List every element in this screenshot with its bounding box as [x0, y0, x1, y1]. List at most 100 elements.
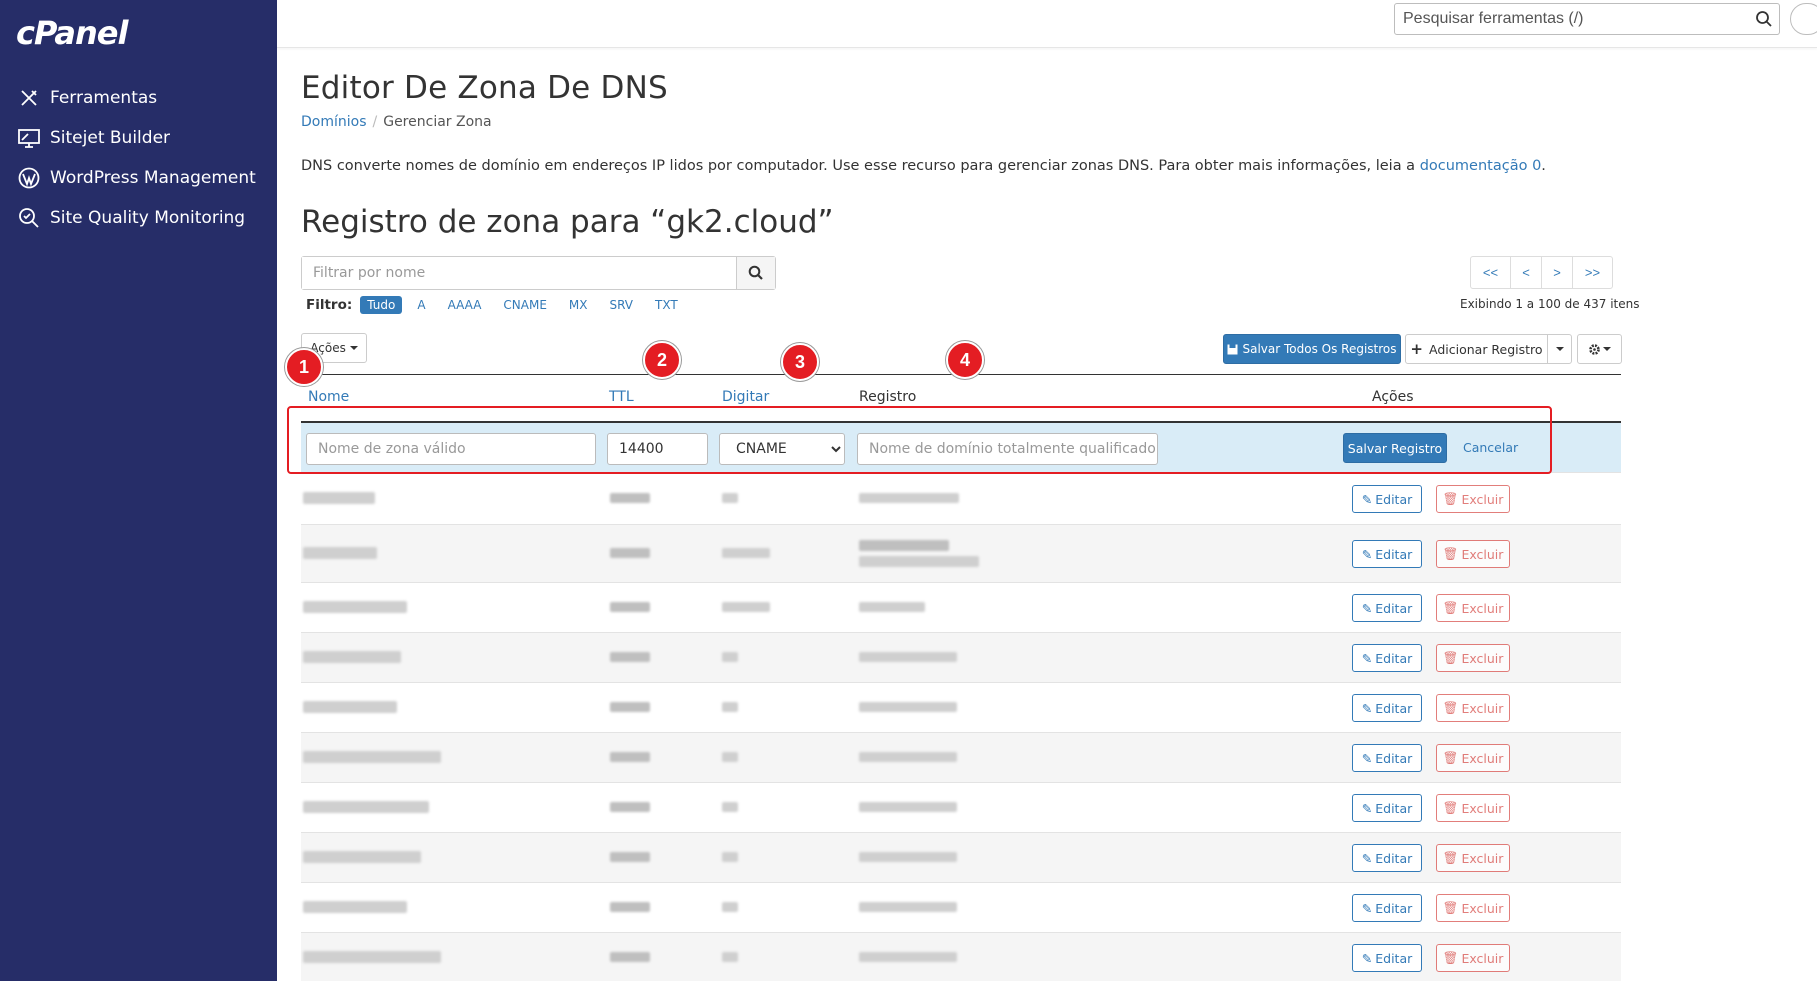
- edit-record-button[interactable]: ✎ Editar: [1352, 844, 1422, 872]
- chevron-down-icon: [1555, 347, 1564, 351]
- edit-record-button[interactable]: ✎ Editar: [1352, 540, 1422, 568]
- pencil-icon: ✎: [1361, 750, 1373, 766]
- record-type-redacted: [722, 852, 738, 862]
- delete-record-button[interactable]: 🗑 Excluir: [1436, 540, 1510, 568]
- filter-srv[interactable]: SRV: [602, 296, 640, 314]
- edit-record-button[interactable]: ✎ Editar: [1352, 644, 1422, 672]
- record-type-redacted: [722, 802, 738, 812]
- trash-icon: 🗑: [1442, 900, 1459, 915]
- delete-record-button[interactable]: 🗑 Excluir: [1436, 944, 1510, 972]
- breadcrumb-dominios-link[interactable]: Domínios: [301, 114, 367, 130]
- search-icon: [748, 265, 763, 280]
- delete-record-button[interactable]: 🗑 Excluir: [1436, 844, 1510, 872]
- trash-icon: 🗑: [1442, 491, 1459, 506]
- column-header-tipo[interactable]: Digitar: [722, 389, 769, 405]
- add-record-button[interactable]: + Adicionar Registro: [1405, 334, 1548, 364]
- pencil-icon: ✎: [1361, 800, 1373, 816]
- table-row: ✎ Editar 🗑 Excluir: [301, 882, 1621, 932]
- delete-record-button[interactable]: 🗑 Excluir: [1436, 594, 1510, 622]
- record-name-redacted: [303, 492, 375, 504]
- filter-a[interactable]: A: [410, 296, 432, 314]
- delete-record-button[interactable]: 🗑 Excluir: [1436, 694, 1510, 722]
- pager-first[interactable]: <<: [1470, 256, 1511, 289]
- search-icon[interactable]: [1755, 10, 1773, 33]
- edit-label: Editar: [1375, 800, 1413, 816]
- delete-record-button[interactable]: 🗑 Excluir: [1436, 744, 1510, 772]
- sidebar-item-wordpress[interactable]: WordPress Management: [0, 158, 277, 198]
- tools-search-input[interactable]: [1395, 4, 1735, 34]
- record-value-redacted: [859, 602, 925, 612]
- record-name-redacted: [303, 951, 441, 963]
- pager-showing-text: Exibindo 1 a 100 de 437 itens: [1460, 297, 1640, 311]
- pager-next[interactable]: >: [1541, 256, 1573, 289]
- record-name-redacted: [303, 751, 441, 763]
- record-name-redacted: [303, 701, 397, 713]
- filter-search-button[interactable]: [736, 257, 775, 289]
- save-all-records-button[interactable]: Salvar Todos Os Registros: [1223, 334, 1401, 364]
- delete-record-button[interactable]: 🗑 Excluir: [1436, 644, 1510, 672]
- delete-label: Excluir: [1461, 491, 1504, 507]
- edit-record-button[interactable]: ✎ Editar: [1352, 485, 1422, 513]
- edit-record-button[interactable]: ✎ Editar: [1352, 894, 1422, 922]
- magnifier-icon: [16, 205, 42, 231]
- record-type-redacted: [722, 702, 738, 712]
- edit-record-button[interactable]: ✎ Editar: [1352, 594, 1422, 622]
- name-filter-input[interactable]: [302, 257, 732, 289]
- edit-label: Editar: [1375, 850, 1413, 866]
- sidebar-item-ferramentas[interactable]: Ferramentas: [0, 78, 277, 118]
- column-header-registro: Registro: [859, 389, 917, 405]
- record-type-select[interactable]: CNAME: [719, 433, 845, 465]
- chevron-down-icon: [1603, 347, 1611, 351]
- add-record-label: Adicionar Registro: [1429, 341, 1543, 357]
- monitor-icon: [16, 125, 42, 151]
- table-row: ✎ Editar 🗑 Excluir: [301, 932, 1621, 981]
- filter-mx[interactable]: MX: [562, 296, 595, 314]
- cpanel-logo[interactable]: cPanel: [16, 14, 128, 52]
- column-header-nome[interactable]: Nome: [308, 389, 349, 405]
- record-name-input[interactable]: [306, 433, 596, 465]
- edit-record-button[interactable]: ✎ Editar: [1352, 794, 1422, 822]
- add-record-dropdown-button[interactable]: [1547, 334, 1572, 364]
- delete-record-button[interactable]: 🗑 Excluir: [1436, 485, 1510, 513]
- sidebar-item-label: Ferramentas: [50, 88, 158, 108]
- record-value-input[interactable]: [857, 433, 1158, 465]
- edit-record-button[interactable]: ✎ Editar: [1352, 694, 1422, 722]
- record-value-redacted: [859, 752, 957, 762]
- filter-aaaa[interactable]: AAAA: [441, 296, 489, 314]
- record-type-redacted: [722, 602, 770, 612]
- save-all-label: Salvar Todos Os Registros: [1242, 342, 1397, 356]
- page-description: DNS converte nomes de domínio em endereç…: [301, 158, 1546, 174]
- edit-record-button[interactable]: ✎ Editar: [1352, 944, 1422, 972]
- record-ttl-redacted: [610, 548, 650, 558]
- sidebar-item-sitejet[interactable]: Sitejet Builder: [0, 118, 277, 158]
- record-ttl-redacted: [610, 852, 650, 862]
- notifications-bell-icon[interactable]: [1790, 3, 1817, 35]
- filter-txt[interactable]: TXT: [648, 296, 685, 314]
- settings-dropdown-button[interactable]: [1577, 334, 1622, 364]
- tools-icon: [16, 85, 42, 111]
- table-row: ✎ Editar 🗑 Excluir: [301, 524, 1621, 582]
- record-type-redacted: [722, 752, 738, 762]
- delete-record-button[interactable]: 🗑 Excluir: [1436, 894, 1510, 922]
- pager-last[interactable]: >>: [1572, 256, 1613, 289]
- column-header-ttl[interactable]: TTL: [609, 389, 634, 405]
- sidebar-item-site-quality[interactable]: Site Quality Monitoring: [0, 198, 277, 238]
- edit-record-button[interactable]: ✎ Editar: [1352, 744, 1422, 772]
- sidebar: cPanel Ferramentas Sitejet Builder WordP…: [0, 0, 277, 981]
- cancel-link[interactable]: Cancelar: [1463, 440, 1518, 455]
- delete-label: Excluir: [1461, 650, 1504, 666]
- delete-label: Excluir: [1461, 950, 1504, 966]
- save-record-button[interactable]: Salvar Registro: [1343, 433, 1447, 463]
- delete-record-button[interactable]: 🗑 Excluir: [1436, 794, 1510, 822]
- record-value-redacted: [859, 702, 957, 712]
- pencil-icon: ✎: [1361, 950, 1373, 966]
- record-value-redacted: [859, 540, 949, 551]
- callout-badge-4: 4: [946, 341, 984, 379]
- filter-tudo[interactable]: Tudo: [360, 296, 403, 314]
- callout-badge-2: 2: [643, 341, 681, 379]
- record-ttl-input[interactable]: [607, 433, 708, 465]
- pager-prev[interactable]: <: [1510, 256, 1542, 289]
- record-name-redacted: [303, 851, 421, 863]
- filter-cname[interactable]: CNAME: [496, 296, 554, 314]
- documentation-link[interactable]: documentação 0: [1420, 158, 1542, 174]
